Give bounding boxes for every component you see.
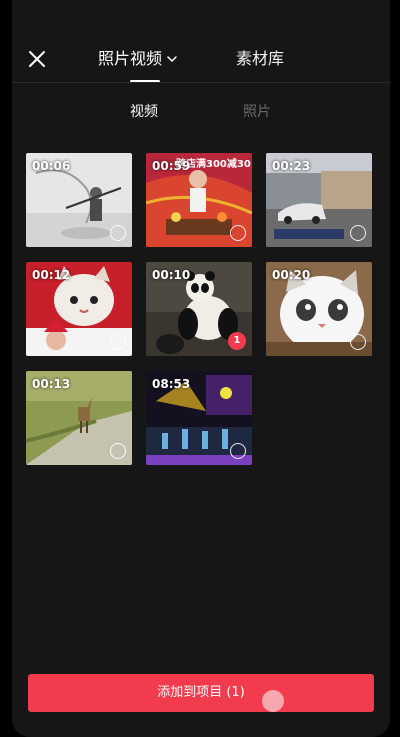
video-thumbnail[interactable]: 00:23 — [266, 153, 372, 247]
select-checkbox[interactable] — [110, 443, 126, 459]
select-checkbox[interactable] — [110, 225, 126, 241]
add-to-project-button[interactable]: 添加到项目 (1) — [28, 674, 374, 712]
select-checkbox[interactable] — [350, 225, 366, 241]
media-picker-screen: 照片视频 素材库 视频 照片 00:06 跨店满300减30 00:59 00:… — [12, 0, 390, 737]
media-type-tabs: 视频 照片 — [12, 100, 390, 124]
video-duration: 00:12 — [32, 268, 71, 282]
subtab-photo[interactable]: 照片 — [243, 100, 271, 124]
video-duration: 00:10 — [152, 268, 191, 282]
picker-header: 照片视频 素材库 — [12, 30, 390, 83]
close-icon[interactable] — [26, 48, 48, 70]
tab-photos-videos-label: 照片视频 — [98, 49, 163, 68]
video-thumbnail[interactable]: 00:06 — [26, 153, 132, 247]
video-duration: 00:13 — [32, 377, 71, 391]
video-thumbnail[interactable]: 跨店满300减30 00:59 — [146, 153, 252, 247]
select-checkbox[interactable] — [230, 225, 246, 241]
tab-photos-videos[interactable]: 照片视频 — [98, 48, 178, 70]
select-checkbox[interactable] — [230, 443, 246, 459]
video-thumbnail[interactable]: 08:53 — [146, 371, 252, 465]
video-duration: 00:06 — [32, 159, 71, 173]
selected-badge[interactable]: 1 — [228, 332, 246, 350]
chevron-down-icon — [167, 56, 177, 63]
video-duration: 08:53 — [152, 377, 191, 391]
tab-library[interactable]: 素材库 — [236, 48, 284, 70]
select-checkbox[interactable] — [350, 334, 366, 350]
video-thumbnail[interactable]: 00:12 — [26, 262, 132, 356]
video-thumbnail[interactable]: 00:20 — [266, 262, 372, 356]
video-duration: 00:23 — [272, 159, 311, 173]
subtab-video[interactable]: 视频 — [130, 100, 158, 124]
header-divider — [12, 82, 390, 83]
video-thumbnail[interactable]: 00:10 1 — [146, 262, 252, 356]
video-duration: 00:20 — [272, 268, 311, 282]
select-checkbox[interactable] — [110, 334, 126, 350]
phone-frame: 照片视频 素材库 视频 照片 00:06 跨店满300减30 00:59 00:… — [0, 0, 400, 737]
touch-indicator — [262, 690, 284, 712]
video-thumbnail[interactable]: 00:13 — [26, 371, 132, 465]
video-duration: 00:59 — [152, 159, 191, 173]
